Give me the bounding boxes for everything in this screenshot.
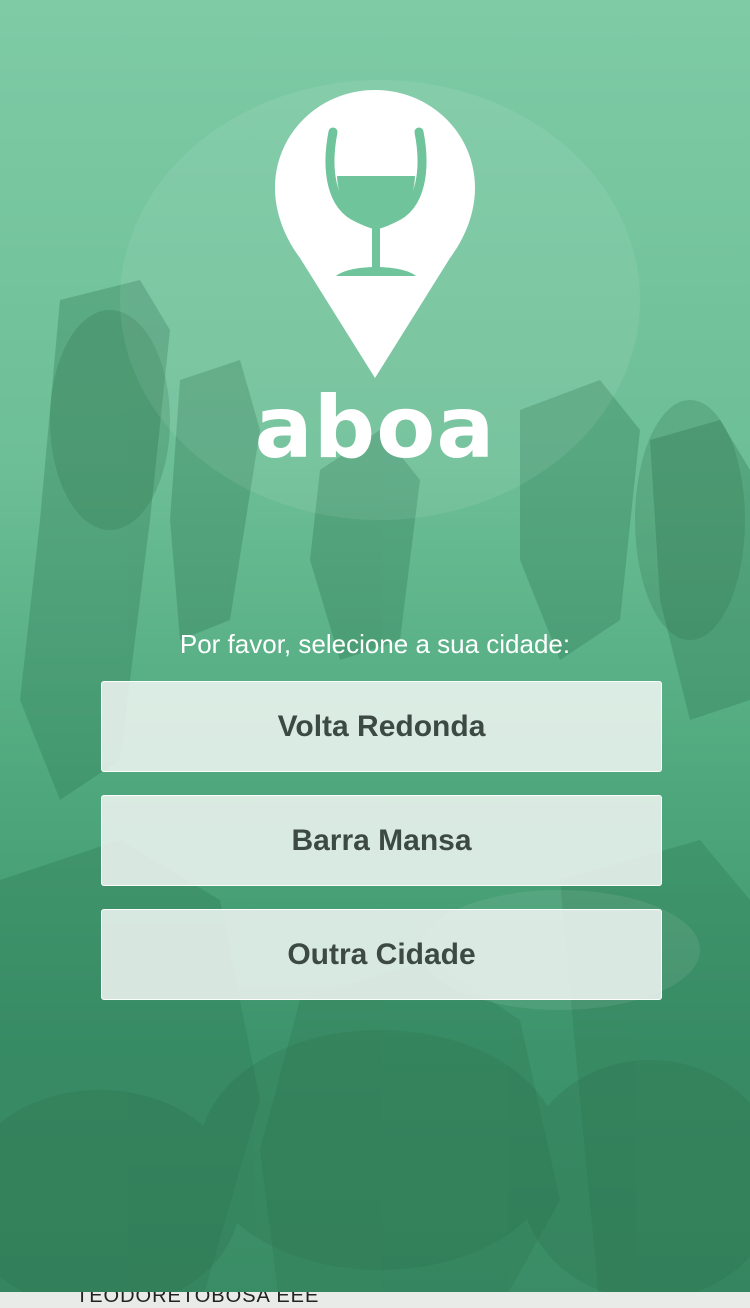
bottom-clipped-text: TEODORETOBOSA EEE [76, 1292, 320, 1307]
city-button-outra-cidade[interactable]: Outra Cidade [101, 909, 662, 1000]
wine-glass-map-pin-icon [275, 90, 475, 378]
city-select-screen: aboa Por favor, selecione a sua cidade: … [0, 0, 750, 1308]
city-prompt: Por favor, selecione a sua cidade: [179, 629, 571, 659]
brand-name: aboa [254, 378, 496, 478]
bottom-clipped-strip: TEODORETOBOSA EEE [0, 1292, 750, 1308]
city-button-barra-mansa[interactable]: Barra Mansa [101, 795, 662, 886]
city-button-volta-redonda[interactable]: Volta Redonda [101, 681, 662, 772]
